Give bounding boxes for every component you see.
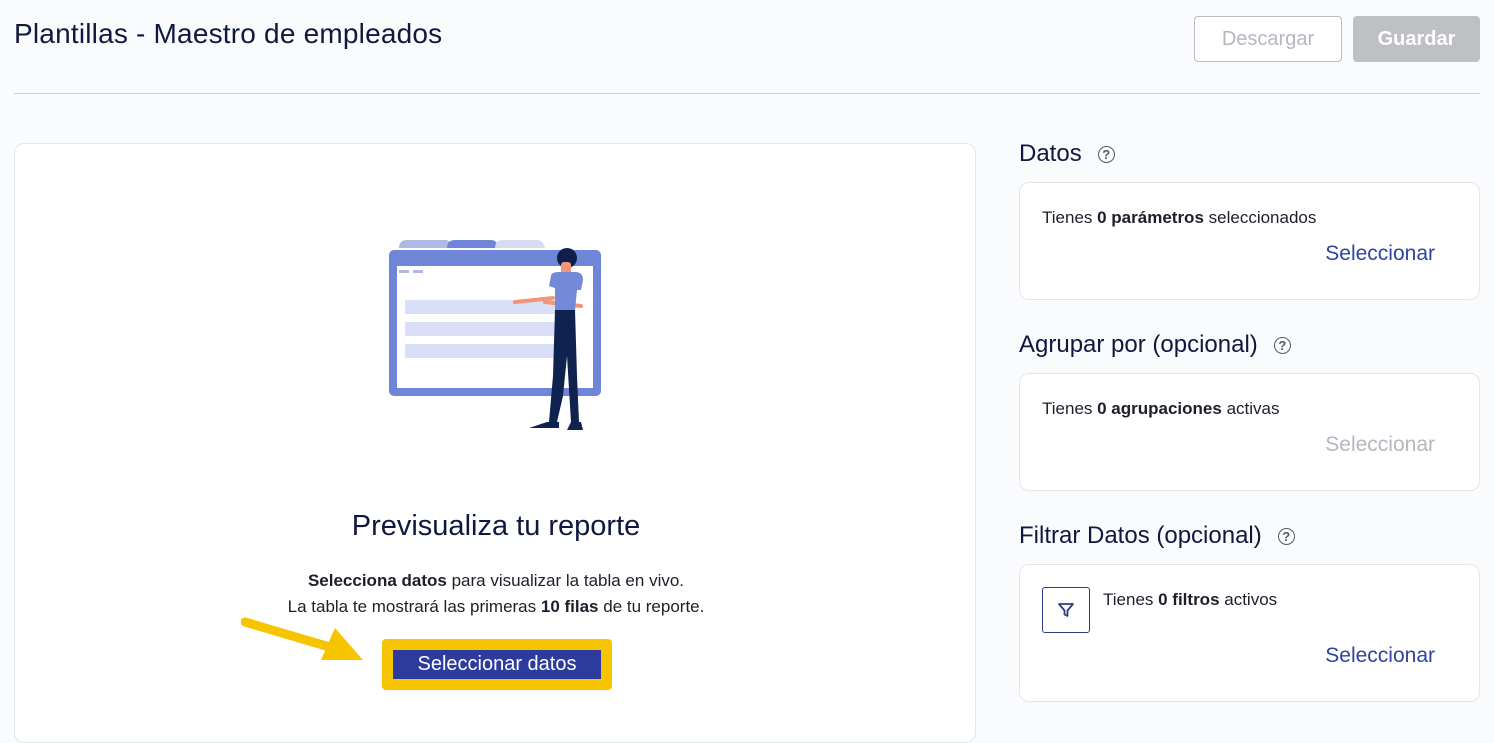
- preview-line-1: Selecciona datos para visualizar la tabl…: [15, 568, 977, 594]
- filtrar-section-title: Filtrar Datos (opcional) ?: [1019, 522, 1295, 550]
- download-button[interactable]: Descargar: [1194, 16, 1342, 62]
- filtrar-card: Tienes 0 filtros activos Seleccionar: [1019, 564, 1480, 702]
- page-title: Plantillas - Maestro de empleados: [14, 18, 443, 49]
- filtrar-select-link[interactable]: Seleccionar: [1325, 644, 1435, 668]
- header-divider: [14, 93, 1480, 94]
- datos-title-text: Datos: [1019, 140, 1082, 167]
- datos-card: Tienes 0 parámetros seleccionados Selecc…: [1019, 182, 1480, 300]
- datos-info: Tienes 0 parámetros seleccionados: [1042, 208, 1316, 228]
- preview-description: Selecciona datos para visualizar la tabl…: [15, 568, 977, 620]
- agrupar-title-text: Agrupar por (opcional): [1019, 331, 1258, 358]
- datos-info-end: seleccionados: [1203, 208, 1317, 227]
- filtrar-info-end: activos: [1219, 590, 1278, 609]
- preview-line-1-rest: para visualizar la tabla en vivo.: [446, 571, 685, 590]
- filtrar-info-start: Tienes: [1103, 590, 1159, 609]
- datos-section-title: Datos ?: [1019, 140, 1115, 168]
- agrupar-info-end: activas: [1221, 399, 1280, 418]
- help-icon[interactable]: ?: [1097, 145, 1115, 163]
- filtrar-title-text: Filtrar Datos (opcional): [1019, 522, 1262, 549]
- preview-card: Previsualiza tu reporte Selecciona datos…: [14, 143, 976, 743]
- arrow-annotation: [241, 617, 363, 660]
- help-icon[interactable]: ?: [1277, 527, 1295, 545]
- save-button[interactable]: Guardar: [1353, 16, 1480, 62]
- agrupar-card: Tienes 0 agrupaciones activas Selecciona…: [1019, 373, 1480, 491]
- preview-title: Previsualiza tu reporte: [351, 510, 641, 542]
- agrupar-info-bold: 0 agrupaciones: [1097, 399, 1222, 418]
- select-data-button[interactable]: Seleccionar datos: [393, 650, 601, 679]
- filtrar-info-bold: 0 filtros: [1158, 590, 1220, 609]
- agrupar-section-title: Agrupar por (opcional) ?: [1019, 331, 1291, 359]
- datos-info-bold: 0 parámetros: [1097, 208, 1204, 227]
- filter-icon[interactable]: [1042, 587, 1090, 633]
- filtrar-info: Tienes 0 filtros activos: [1103, 590, 1277, 610]
- preview-line-1-bold: Selecciona datos: [307, 571, 447, 590]
- agrupar-select-link[interactable]: Seleccionar: [1325, 433, 1435, 457]
- agrupar-info: Tienes 0 agrupaciones activas: [1042, 399, 1279, 419]
- highlight-box: Seleccionar datos: [382, 639, 612, 690]
- help-icon[interactable]: ?: [1273, 336, 1291, 354]
- datos-info-start: Tienes: [1042, 208, 1098, 227]
- preview-line-2: La tabla te mostrará las primeras 10 fil…: [15, 594, 977, 620]
- preview-line-2-bold: 10 filas: [540, 597, 599, 616]
- datos-select-link[interactable]: Seleccionar: [1325, 242, 1435, 266]
- filter-icon-glyph: [1058, 603, 1074, 617]
- agrupar-info-start: Tienes: [1042, 399, 1098, 418]
- report-illustration: [389, 240, 601, 430]
- preview-line-2-end: de tu reporte.: [598, 597, 705, 616]
